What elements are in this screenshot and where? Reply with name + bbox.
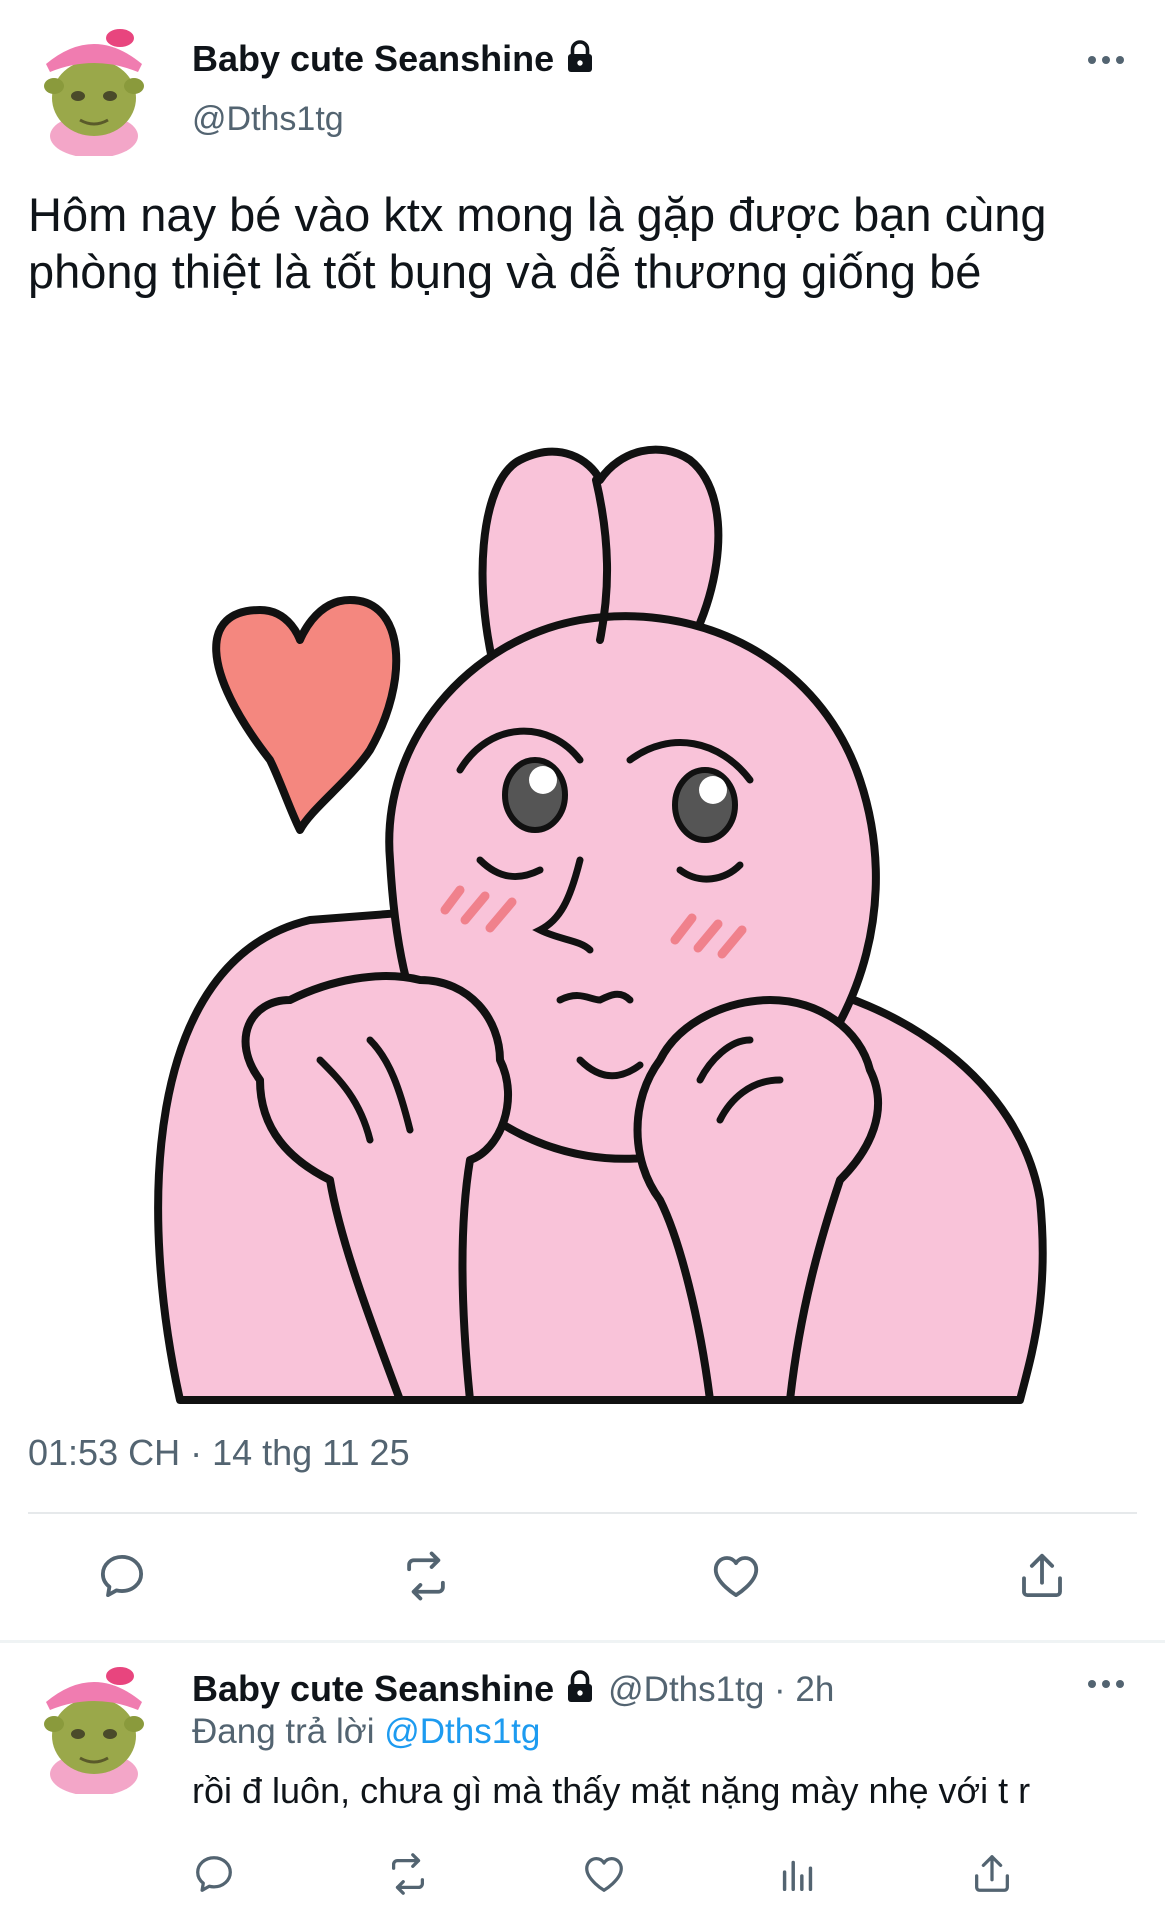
avatar[interactable] (28, 24, 160, 158)
reply-more-icon[interactable] (1086, 1674, 1126, 1699)
display-name[interactable]: Baby cute Seanshine (192, 38, 598, 84)
share-button[interactable] (1010, 1544, 1074, 1608)
lock-icon (562, 39, 598, 84)
reply-like-button[interactable] (572, 1842, 636, 1906)
retweet-button[interactable] (394, 1544, 458, 1608)
handle[interactable]: @Dths1tg (192, 100, 344, 139)
retweet-icon (391, 1853, 425, 1895)
like-icon (713, 1556, 759, 1598)
replying-to: Đang trả lời @Dths1tg (192, 1712, 540, 1752)
like-button[interactable] (704, 1544, 768, 1608)
reply-analytics-button[interactable] (766, 1842, 830, 1906)
sticker-image[interactable] (140, 440, 1080, 1410)
tweet-timestamp[interactable]: 01:53 CH · 14 thg 11 25 (28, 1432, 410, 1474)
share-icon (975, 1855, 1009, 1892)
reply-icon (196, 1856, 232, 1892)
section-divider (0, 1640, 1165, 1643)
reply-button[interactable] (90, 1544, 154, 1608)
share-icon (1022, 1553, 1062, 1598)
analytics-icon (782, 1860, 813, 1892)
reply-avatar[interactable] (28, 1662, 160, 1796)
more-icon[interactable] (1086, 50, 1126, 75)
reply-share-button[interactable] (960, 1842, 1024, 1906)
reply-display-name[interactable]: Baby cute Seanshine (192, 1668, 554, 1709)
like-icon (585, 1857, 623, 1892)
replying-mention[interactable]: @Dths1tg (384, 1712, 540, 1751)
reply-retweet-button[interactable] (376, 1842, 440, 1906)
reply-text: rồi đ luôn, chưa gì mà thấy mặt nặng mày… (192, 1770, 1031, 1811)
reply-time[interactable]: 2h (795, 1670, 834, 1709)
tweet-text: Hôm nay bé vào ktx mong là gặp được bạn … (28, 188, 1047, 298)
lock-icon (562, 1669, 598, 1714)
bunny-character (154, 445, 1047, 1404)
reply-reply-button[interactable] (182, 1842, 246, 1906)
reply-handle[interactable]: @Dths1tg (608, 1670, 764, 1709)
divider (28, 1512, 1137, 1514)
reply-separator: · (774, 1670, 786, 1709)
replying-prefix: Đang trả lời (192, 1712, 375, 1751)
retweet-icon (407, 1551, 445, 1601)
heart-icon (212, 596, 401, 834)
display-name-text[interactable]: Baby cute Seanshine (192, 38, 554, 79)
reply-header: Baby cute Seanshine @Dths1tg · 2h (192, 1668, 834, 1714)
reply-icon (100, 1554, 144, 1598)
